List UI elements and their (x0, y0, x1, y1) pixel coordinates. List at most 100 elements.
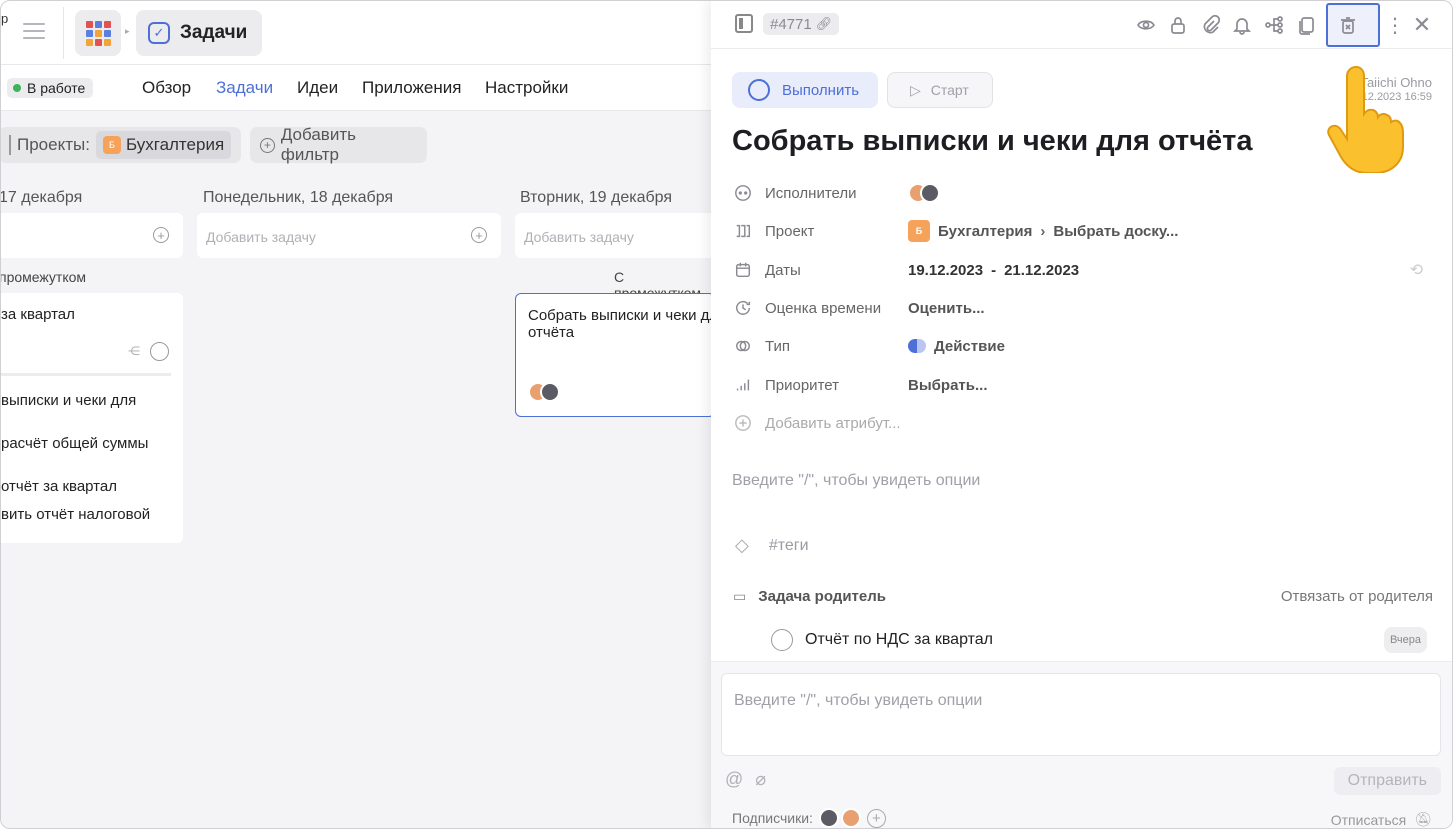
attr-assignees[interactable]: Исполнители (733, 181, 1433, 205)
attr-project[interactable]: Проект Б Бухгалтерия › Выбрать доску... (733, 219, 1433, 243)
date-start[interactable]: 19.12.2023 (908, 262, 983, 279)
add-filter-button[interactable]: + Добавить фильтр (250, 125, 427, 164)
tab-overview[interactable]: Обзор (142, 78, 191, 98)
complete-button[interactable]: Выполнить (732, 72, 878, 108)
start-button[interactable]: ▷ Старт (887, 72, 993, 108)
comment-area: Введите "/", чтобы увидеть опции @ ⌀ Отп… (711, 661, 1452, 828)
plus-circle-icon (733, 413, 753, 433)
subtask-item[interactable]: выписки и чеки для (1, 392, 136, 409)
breadcrumb-tasks[interactable]: ✓ Задачи (136, 10, 262, 56)
plus-circle-icon[interactable]: + (153, 227, 169, 243)
add-attribute-button[interactable]: Добавить атрибут... (733, 411, 1433, 435)
attr-priority[interactable]: Приоритет Выбрать... (733, 373, 1433, 397)
sidebar-toggle-icon[interactable] (735, 14, 753, 33)
bell-off-icon: 🔕︎ (1414, 811, 1432, 827)
estimate-value[interactable]: Оценить... (908, 300, 985, 317)
date-end[interactable]: 21.12.2023 (1004, 262, 1079, 279)
send-button[interactable]: Отправить (1333, 767, 1441, 795)
start-label: Старт (930, 82, 969, 98)
project-value[interactable]: Бухгалтерия (938, 223, 1032, 240)
plus-circle-icon[interactable]: + (471, 227, 487, 243)
card-title-line: Собрать выписки и чеки для (528, 307, 727, 324)
section-nav: В работе Обзор Задачи Идеи Приложения На… (1, 65, 711, 111)
parent-task-item[interactable]: Отчёт по НДС за квартал Вчера (771, 627, 1427, 653)
app-window: р ▸ ✓ Задачи В работе Обзор Задачи Идеи … (0, 0, 1453, 829)
unlink-parent-button[interactable]: Отвязать от родителя (1281, 588, 1433, 605)
subtask-item[interactable]: вить отчёт налоговой (1, 506, 150, 523)
task-title[interactable]: Собрать выписки и чеки для отчёта (732, 125, 1253, 158)
mention-icon[interactable]: @ (725, 769, 743, 790)
attr-estimate[interactable]: Оценка времени Оценить... (733, 296, 1433, 320)
subtask-item[interactable]: отчёт за квартал (1, 478, 117, 495)
lock-icon[interactable] (1166, 13, 1190, 37)
assignee-avatars[interactable] (908, 183, 940, 203)
type-value[interactable]: Действие (934, 338, 1005, 355)
subscribers-label: Подписчики: (732, 810, 813, 826)
task-card-selected[interactable]: Собрать выписки и чеки для отчёта (515, 293, 726, 417)
task-card[interactable]: за квартал ⋲ выписки и чеки для расчёт о… (1, 293, 183, 543)
eye-icon[interactable] (1134, 13, 1158, 37)
complete-circle-icon[interactable] (771, 629, 793, 651)
tab-tasks[interactable]: Задачи (216, 78, 273, 98)
filter-project-name: Бухгалтерия (125, 135, 225, 154)
tab-ideas[interactable]: Идеи (297, 78, 338, 98)
card-assignees (528, 382, 560, 402)
menu-icon[interactable] (23, 23, 45, 39)
column-head: Понедельник, 18 декабря (203, 189, 394, 206)
bell-icon[interactable] (1230, 13, 1254, 37)
status-badge[interactable]: В работе (7, 78, 94, 98)
link-icon: 🔗︎ (815, 16, 833, 31)
attr-label: Тип (765, 337, 791, 355)
board-area: р ▸ ✓ Задачи В работе Обзор Задачи Идеи … (1, 1, 726, 828)
attr-dates[interactable]: Даты 19.12.2023 - 21.12.2023 ⟲ (733, 258, 1433, 282)
subtask-item[interactable]: расчёт общей суммы (1, 435, 148, 452)
priority-icon (733, 375, 753, 395)
comment-input[interactable]: Введите "/", чтобы увидеть опции (721, 673, 1441, 756)
tab-apps[interactable]: Приложения (362, 78, 461, 98)
attr-label: Исполнители (765, 184, 857, 202)
avatar (920, 183, 940, 203)
comment-tools: @ ⌀ (725, 769, 766, 790)
attr-type[interactable]: Тип Действие (733, 334, 1433, 358)
board-value[interactable]: Выбрать доску... (1053, 223, 1178, 240)
divider (1, 373, 171, 376)
add-task-input[interactable]: Добавить задачу + (197, 213, 501, 258)
unsubscribe-button[interactable]: Отписаться 🔕︎ (1331, 811, 1432, 828)
attr-label: Оценка времени (765, 299, 882, 317)
complete-circle-icon[interactable] (150, 342, 169, 361)
copy-icon[interactable] (1294, 13, 1318, 37)
play-icon: ▷ (910, 81, 921, 98)
add-task-input[interactable]: Добавить задачу (515, 213, 715, 258)
avatar (818, 808, 839, 828)
close-icon[interactable]: ✕ (1410, 12, 1434, 37)
attr-label: Проект (765, 222, 815, 240)
tab-settings[interactable]: Настройки (485, 78, 568, 98)
paperclip-icon[interactable] (1198, 13, 1222, 37)
apps-grid-button[interactable] (75, 10, 121, 56)
description-editor[interactable]: Введите "/", чтобы увидеть опции (732, 472, 980, 490)
parent-icon: ▭ (733, 588, 747, 604)
paperclip-icon[interactable]: ⌀ (755, 769, 766, 790)
calendar-icon (733, 260, 753, 280)
action-type-icon (908, 339, 926, 353)
tags-row[interactable]: ◇ #теги (735, 535, 809, 556)
project-badge: Б (102, 136, 121, 154)
priority-value[interactable]: Выбрать... (908, 377, 987, 394)
project-filter-chip[interactable]: Проекты: Б Бухгалтерия (1, 127, 241, 163)
add-task-input[interactable]: + (1, 213, 183, 258)
column-head: Вторник, 19 декабря (520, 189, 673, 206)
card-title: за квартал (1, 306, 75, 323)
add-subscriber-icon[interactable]: + (866, 808, 886, 828)
delete-button[interactable] (1326, 3, 1380, 47)
complete-label: Выполнить (782, 81, 860, 99)
subtasks-icon[interactable] (1262, 13, 1286, 37)
task-id-chip[interactable]: #4771 🔗︎ (763, 13, 840, 35)
repeat-icon[interactable]: ⟲ (1410, 260, 1423, 280)
parent-task-title[interactable]: Отчёт по НДС за квартал (805, 631, 993, 649)
tag-icon: ◇ (735, 535, 749, 555)
chevron-right-icon: › (1040, 222, 1046, 240)
more-icon[interactable]: ⋮ (1385, 13, 1405, 37)
circle-icon (748, 79, 770, 101)
filter-project-value[interactable]: Б Бухгалтерия (95, 131, 232, 159)
status-dot-icon (13, 84, 21, 92)
